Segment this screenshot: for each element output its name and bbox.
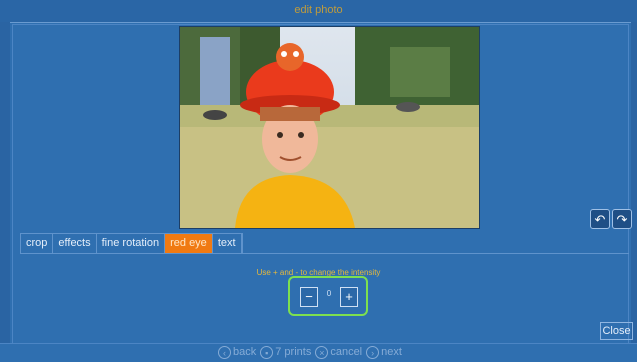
- intensity-value: 0: [326, 289, 332, 298]
- cancel-nav[interactable]: × cancel: [315, 345, 363, 359]
- title-bar: edit photo: [0, 0, 637, 23]
- tab-effects[interactable]: effects: [53, 234, 97, 254]
- back-nav[interactable]: ‹ back: [218, 345, 257, 359]
- close-button[interactable]: Close: [600, 322, 633, 340]
- tab-divider: [20, 253, 629, 254]
- editor-window: edit photo ↶ ↷ crop effects fine rotatio…: [0, 0, 637, 362]
- next-label: next: [381, 346, 402, 358]
- rotate-right-icon[interactable]: ↷: [612, 209, 632, 229]
- next-icon: ›: [366, 345, 380, 359]
- photo-image: [180, 27, 479, 228]
- prints-nav[interactable]: ▪ 7 prints: [260, 345, 312, 359]
- cancel-icon: ×: [315, 345, 329, 359]
- back-label: back: [233, 346, 257, 358]
- prints-label: 7 prints: [275, 346, 312, 358]
- next-nav[interactable]: › next: [366, 345, 402, 359]
- right-rail: [631, 22, 637, 350]
- rotate-controls: ↶ ↷: [590, 209, 634, 231]
- rotate-left-icon[interactable]: ↶: [590, 209, 610, 229]
- increase-button[interactable]: +: [340, 287, 358, 307]
- edit-tabs: crop effects fine rotation red eye text: [20, 233, 243, 254]
- decrease-button[interactable]: −: [300, 287, 318, 307]
- photo-preview[interactable]: [179, 26, 480, 229]
- cancel-label: cancel: [330, 346, 363, 358]
- bottom-nav: ‹ back ▪ 7 prints × cancel › next: [218, 344, 402, 360]
- prints-icon: ▪: [260, 345, 274, 359]
- tab-crop[interactable]: crop: [21, 234, 54, 254]
- tab-fine-rotation[interactable]: fine rotation: [97, 234, 166, 254]
- tab-text[interactable]: text: [213, 234, 242, 254]
- left-rail: [0, 22, 10, 350]
- intensity-stepper: − 0 +: [288, 276, 368, 316]
- back-icon: ‹: [218, 345, 231, 359]
- window-title: edit photo: [294, 4, 343, 16]
- tab-red-eye[interactable]: red eye: [165, 234, 213, 254]
